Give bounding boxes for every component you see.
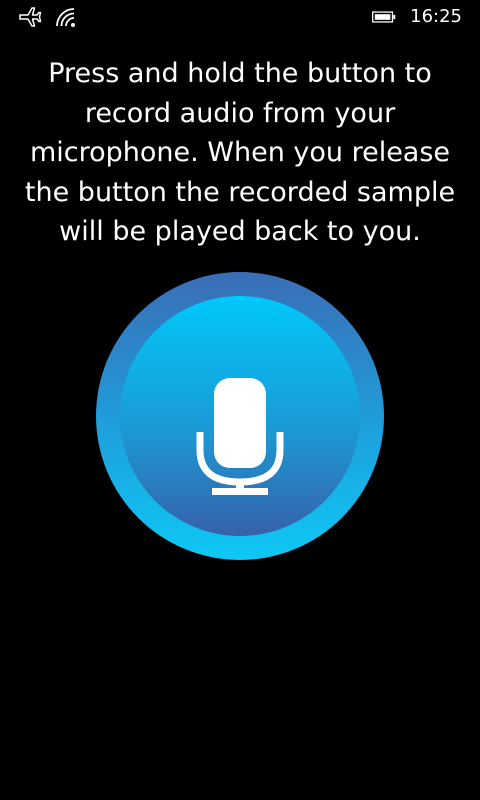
microphone-icon [196, 378, 284, 495]
airplane-mode-icon [19, 7, 42, 27]
screen: 16:25 Press and hold the button to recor… [0, 0, 480, 800]
battery-icon [372, 11, 396, 23]
wifi-icon [56, 8, 75, 27]
record-button-inner[interactable] [120, 296, 360, 536]
status-bar: 16:25 [0, 0, 480, 34]
instructions-text: Press and hold the button to record audi… [24, 58, 456, 247]
status-time: 16:25 [410, 6, 462, 27]
record-button[interactable] [96, 272, 384, 560]
